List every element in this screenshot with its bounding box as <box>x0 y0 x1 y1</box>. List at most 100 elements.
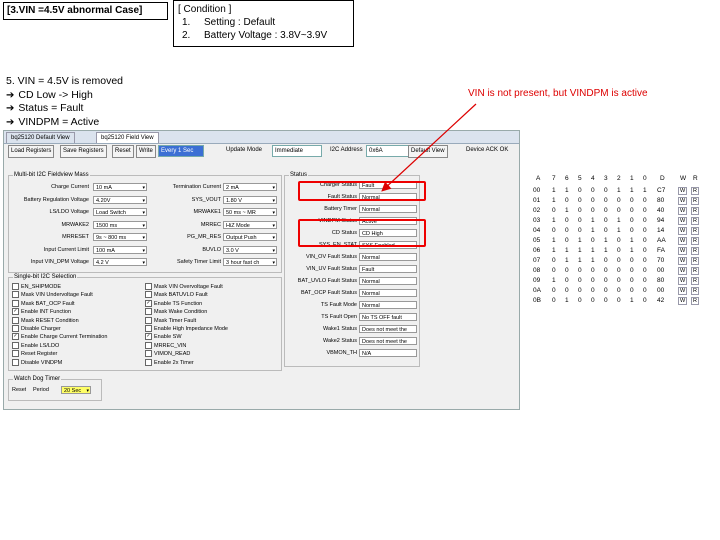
read-register-button[interactable]: R <box>691 277 699 285</box>
grid-bit[interactable]: 0 <box>565 237 569 244</box>
grid-bit[interactable]: 1 <box>552 217 556 224</box>
grid-bit[interactable]: 1 <box>552 247 556 254</box>
write-register-button[interactable]: W <box>678 247 688 255</box>
grid-bit[interactable]: 0 <box>552 267 556 274</box>
write-register-button[interactable]: W <box>678 197 688 205</box>
grid-bit[interactable]: 1 <box>617 227 621 234</box>
grid-bit[interactable]: 0 <box>643 297 647 304</box>
grid-bit[interactable]: 0 <box>617 267 621 274</box>
grid-bit[interactable]: 0 <box>630 207 634 214</box>
grid-bit[interactable]: 1 <box>578 257 582 264</box>
grid-bit[interactable]: 1 <box>565 207 569 214</box>
grid-bit[interactable]: 0 <box>604 287 608 294</box>
grid-bit[interactable]: 0 <box>578 277 582 284</box>
read-register-button[interactable]: R <box>691 227 699 235</box>
write-register-button[interactable]: W <box>678 297 688 305</box>
grid-bit[interactable]: 0 <box>565 197 569 204</box>
grid-bit[interactable]: 0 <box>604 187 608 194</box>
grid-bit[interactable]: 1 <box>578 247 582 254</box>
grid-bit[interactable]: 0 <box>591 267 595 274</box>
grid-bit[interactable]: 0 <box>591 197 595 204</box>
grid-bit[interactable]: 1 <box>565 297 569 304</box>
grid-bit[interactable]: 0 <box>604 217 608 224</box>
grid-bit[interactable]: 0 <box>565 227 569 234</box>
grid-bit[interactable]: 1 <box>565 187 569 194</box>
read-register-button[interactable]: R <box>691 257 699 265</box>
grid-bit[interactable]: 0 <box>643 267 647 274</box>
grid-bit[interactable]: 0 <box>643 257 647 264</box>
grid-bit[interactable]: 0 <box>565 217 569 224</box>
grid-bit[interactable]: 1 <box>604 237 608 244</box>
grid-bit[interactable]: 0 <box>578 197 582 204</box>
write-register-button[interactable]: W <box>678 227 688 235</box>
grid-bit[interactable]: 0 <box>565 277 569 284</box>
grid-bit[interactable]: 0 <box>565 287 569 294</box>
grid-bit[interactable]: 0 <box>643 217 647 224</box>
grid-bit[interactable]: 0 <box>604 197 608 204</box>
grid-bit[interactable]: 1 <box>552 197 556 204</box>
grid-bit[interactable]: 0 <box>630 257 634 264</box>
grid-bit[interactable]: 0 <box>617 297 621 304</box>
grid-bit[interactable]: 0 <box>578 297 582 304</box>
grid-bit[interactable]: 0 <box>578 267 582 274</box>
write-register-button[interactable]: W <box>678 257 688 265</box>
grid-bit[interactable]: 0 <box>591 297 595 304</box>
read-register-button[interactable]: R <box>691 237 699 245</box>
grid-bit[interactable]: 0 <box>591 287 595 294</box>
grid-bit[interactable]: 1 <box>552 187 556 194</box>
grid-bit[interactable]: 1 <box>630 247 634 254</box>
grid-bit[interactable]: 0 <box>617 257 621 264</box>
read-register-button[interactable]: R <box>691 207 699 215</box>
grid-bit[interactable]: 1 <box>630 237 634 244</box>
grid-bit[interactable]: 0 <box>630 287 634 294</box>
grid-bit[interactable]: 0 <box>617 207 621 214</box>
grid-bit[interactable]: 0 <box>617 287 621 294</box>
grid-bit[interactable]: 1 <box>591 257 595 264</box>
grid-bit[interactable]: 0 <box>552 297 556 304</box>
grid-bit[interactable]: 1 <box>604 247 608 254</box>
read-register-button[interactable]: R <box>691 297 699 305</box>
grid-bit[interactable]: 0 <box>578 207 582 214</box>
read-register-button[interactable]: R <box>691 247 699 255</box>
grid-bit[interactable]: 0 <box>604 207 608 214</box>
grid-bit[interactable]: 0 <box>578 217 582 224</box>
grid-bit[interactable]: 0 <box>643 227 647 234</box>
read-register-button[interactable]: R <box>691 267 699 275</box>
grid-bit[interactable]: 0 <box>643 247 647 254</box>
grid-bit[interactable]: 0 <box>643 277 647 284</box>
grid-bit[interactable]: 0 <box>643 237 647 244</box>
write-register-button[interactable]: W <box>678 207 688 215</box>
grid-bit[interactable]: 0 <box>630 217 634 224</box>
write-register-button[interactable]: W <box>678 217 688 225</box>
grid-bit[interactable]: 0 <box>552 287 556 294</box>
grid-bit[interactable]: 1 <box>630 297 634 304</box>
grid-bit[interactable]: 0 <box>604 277 608 284</box>
write-register-button[interactable]: W <box>678 277 688 285</box>
read-register-button[interactable]: R <box>691 187 699 195</box>
read-register-button[interactable]: R <box>691 287 699 295</box>
grid-bit[interactable]: 1 <box>565 257 569 264</box>
grid-bit[interactable]: 1 <box>552 277 556 284</box>
grid-bit[interactable]: 0 <box>565 267 569 274</box>
grid-bit[interactable]: 0 <box>591 207 595 214</box>
grid-bit[interactable]: 1 <box>617 217 621 224</box>
grid-bit[interactable]: 1 <box>591 247 595 254</box>
grid-bit[interactable]: 0 <box>643 207 647 214</box>
grid-bit[interactable]: 0 <box>630 197 634 204</box>
grid-bit[interactable]: 0 <box>604 227 608 234</box>
write-register-button[interactable]: W <box>678 187 688 195</box>
grid-bit[interactable]: 0 <box>578 187 582 194</box>
read-register-button[interactable]: R <box>691 217 699 225</box>
grid-bit[interactable]: 0 <box>578 227 582 234</box>
write-register-button[interactable]: W <box>678 237 688 245</box>
grid-bit[interactable]: 0 <box>643 287 647 294</box>
grid-bit[interactable]: 1 <box>578 237 582 244</box>
grid-bit[interactable]: 1 <box>617 187 621 194</box>
grid-bit[interactable]: 1 <box>630 187 634 194</box>
grid-bit[interactable]: 0 <box>617 197 621 204</box>
grid-bit[interactable]: 0 <box>591 187 595 194</box>
grid-bit[interactable]: 0 <box>630 267 634 274</box>
grid-bit[interactable]: 0 <box>617 247 621 254</box>
grid-bit[interactable]: 0 <box>617 277 621 284</box>
grid-bit[interactable]: 0 <box>630 227 634 234</box>
